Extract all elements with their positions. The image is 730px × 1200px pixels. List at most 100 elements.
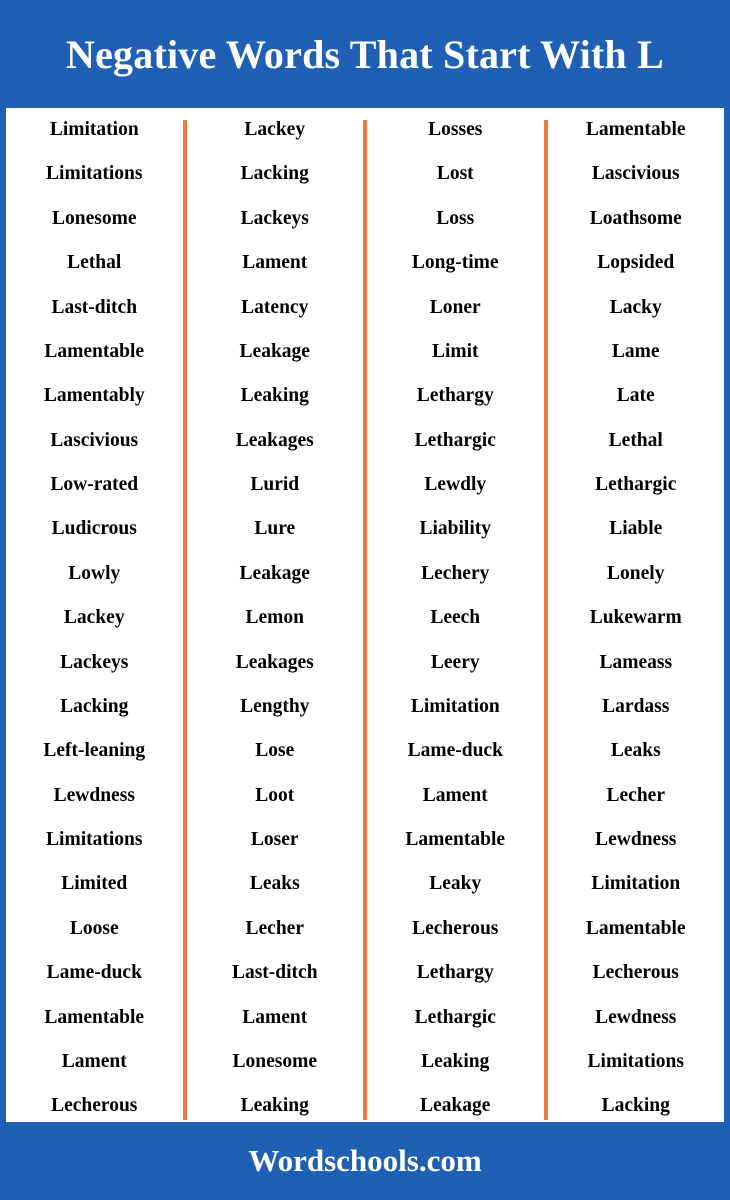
word-item: Leaking [240, 1095, 309, 1117]
word-item: Lament [61, 1050, 127, 1072]
word-item: Lecherous [412, 917, 499, 939]
word-item: Loss [436, 207, 475, 229]
word-item: Leaks [610, 740, 661, 762]
word-item: Late [616, 385, 655, 407]
word-item: Leery [430, 651, 480, 673]
word-item: Lowly [68, 562, 121, 584]
site-name: Wordschools.com [248, 1143, 482, 1178]
word-item: Lascivious [50, 429, 139, 451]
word-item: Limitations [46, 163, 143, 185]
word-item: Lemon [245, 607, 305, 629]
word-item: Liability [419, 518, 492, 540]
page-header: Negative Words That Start With L [6, 0, 724, 108]
word-item: Losses [428, 119, 483, 140]
word-item: Lacking [601, 1095, 670, 1117]
word-item: Lackey [244, 119, 306, 140]
word-item: Lewdness [53, 784, 135, 806]
word-item: Lonesome [52, 207, 137, 229]
word-item: Leech [430, 607, 481, 629]
word-item: Lament [422, 784, 488, 806]
word-item: Limitations [587, 1050, 684, 1072]
word-item: Lethargic [414, 1006, 496, 1028]
word-item: Lame-duck [46, 962, 142, 984]
word-item: Lewdness [595, 829, 677, 850]
word-item: Lamentable [44, 1006, 145, 1028]
word-item: Lose [255, 740, 295, 762]
word-item: Lame-duck [407, 740, 503, 762]
word-item: Lonely [607, 562, 665, 584]
word-item: Lardass [602, 695, 670, 717]
word-item: Last-ditch [231, 962, 318, 984]
word-item: Leakage [420, 1095, 491, 1117]
word-item: Lameass [599, 651, 673, 673]
word-item: Latency [241, 296, 309, 318]
word-item: Lackeys [240, 207, 309, 229]
word-item: Lukewarm [589, 607, 682, 629]
word-item: Lamentably [43, 385, 145, 407]
word-item: Lackeys [60, 651, 129, 673]
word-item: Limited [61, 873, 128, 895]
word-item: Last-ditch [51, 296, 138, 318]
word-item: Leakages [235, 429, 314, 451]
word-item: Lamentable [405, 829, 506, 850]
word-item: Low-rated [50, 474, 139, 495]
word-item: Lengthy [240, 695, 310, 717]
word-item: Lecher [606, 784, 665, 806]
word-item: Lacking [60, 695, 129, 717]
word-item: Loose [69, 917, 119, 939]
word-item: Lamentable [44, 340, 145, 362]
word-column-3: Losses Lost Loss Long-time Loner Limit Letharg… [367, 116, 544, 1122]
word-item: Leakage [239, 340, 310, 362]
word-item: Left-leaning [43, 740, 146, 762]
word-item: Leakages [235, 651, 314, 673]
word-item: Lewdly [424, 474, 487, 495]
word-item: Limitation [591, 873, 681, 895]
word-item: Lewdness [595, 1006, 677, 1028]
word-item: Lethargic [595, 474, 677, 495]
word-item: Lamentable [585, 119, 686, 140]
word-item: Leaking [240, 385, 309, 407]
word-item: Leakage [239, 562, 310, 584]
word-item: Lacky [609, 296, 662, 318]
word-item: Leaking [421, 1050, 490, 1072]
word-item: Lost [436, 163, 474, 185]
word-item: Leaky [429, 873, 482, 895]
word-item: Lacking [240, 163, 309, 185]
word-item: Lecher [245, 917, 304, 939]
word-item: Limitation [410, 695, 500, 717]
word-item: Lament [242, 252, 308, 274]
word-item: Loathsome [589, 207, 682, 229]
page-title: Negative Words That Start With L [66, 31, 664, 77]
word-item: Liable [609, 518, 663, 540]
word-item: Lascivious [591, 163, 680, 185]
word-item: Lopsided [597, 252, 675, 274]
word-item: Lurid [250, 474, 300, 495]
word-item: Lackey [63, 607, 125, 629]
word-item: Lecherous [51, 1095, 138, 1117]
word-list-page: Negative Words That Start With L Limitat… [0, 0, 730, 1200]
word-column-2: Lackey Lacking Lackeys Lament Latency Leakage… [187, 116, 364, 1122]
word-item: Ludicrous [51, 518, 137, 540]
word-item: Loot [255, 784, 295, 806]
word-item: Lechery [421, 562, 490, 584]
word-item: Lethal [608, 429, 663, 451]
word-column-1: Limitation Limitations Lonesome Lethal Last-… [6, 116, 183, 1122]
word-item: Lecherous [592, 962, 679, 984]
word-item: Lethargy [416, 962, 494, 984]
word-item: Lure [254, 518, 296, 540]
word-item: Lament [242, 1006, 308, 1028]
word-item: Limit [431, 340, 479, 362]
word-item: Limitations [46, 829, 143, 850]
word-item: Lamentable [585, 917, 686, 939]
word-item: Lonesome [232, 1050, 318, 1072]
word-item: Loner [429, 296, 481, 318]
word-item: Loser [250, 829, 299, 850]
word-item: Lethal [67, 252, 122, 274]
word-item: Lethargic [414, 429, 496, 451]
word-item: Leaks [249, 873, 300, 895]
word-item: Lame [611, 340, 660, 362]
page-footer: Wordschools.com [6, 1122, 724, 1200]
word-columns-container: Limitation Limitations Lonesome Lethal Last-… [6, 108, 724, 1122]
word-column-4: Lamentable Lascivious Loathsome Lopsided Lac… [548, 116, 725, 1122]
word-item: Lethargy [416, 385, 494, 407]
